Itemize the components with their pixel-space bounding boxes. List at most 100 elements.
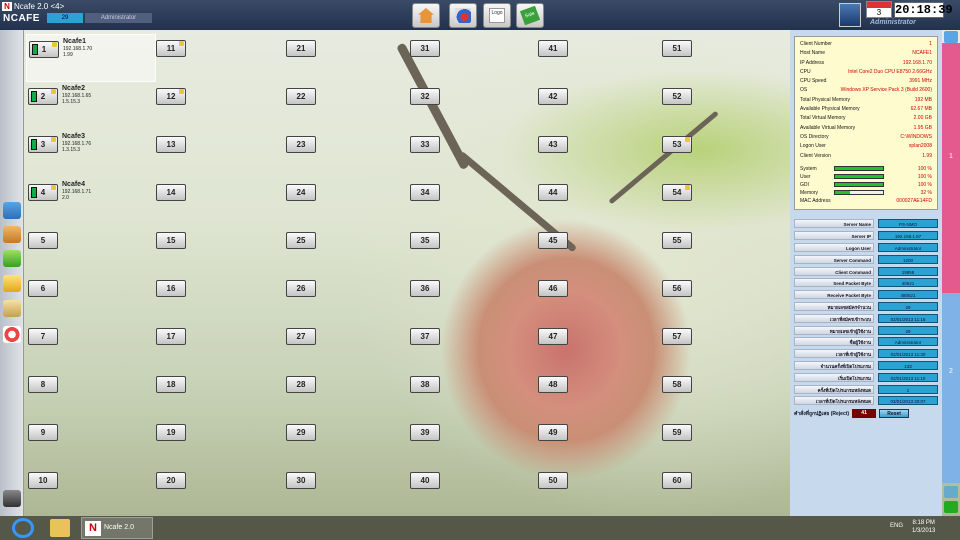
client-button[interactable]: 44 — [538, 184, 568, 201]
refresh-icon[interactable] — [3, 250, 21, 267]
client-button[interactable]: 60 — [662, 472, 692, 489]
stat-value: PS-NMO — [878, 219, 938, 229]
monitor-button[interactable] — [449, 3, 477, 28]
client-button[interactable]: 20 — [156, 472, 186, 489]
client-button[interactable]: 25 — [286, 232, 316, 249]
ie-icon[interactable] — [12, 518, 34, 538]
taskbar-clock[interactable]: 8:18 PM 1/3/2013 — [912, 519, 935, 535]
client-button[interactable]: 59 — [662, 424, 692, 441]
client-button[interactable]: 43 — [538, 136, 568, 153]
client-button[interactable]: 7 — [28, 328, 58, 345]
info-key: CPU — [800, 68, 811, 75]
client-button[interactable]: 32 — [410, 88, 440, 105]
client-button[interactable]: 47 — [538, 328, 568, 345]
client-button[interactable]: 40 — [410, 472, 440, 489]
client-button[interactable]: 49 — [538, 424, 568, 441]
settings-icon[interactable] — [3, 300, 21, 317]
client-button[interactable]: 42 — [538, 88, 568, 105]
client-button[interactable]: 39 — [410, 424, 440, 441]
client-button[interactable]: 58 — [662, 376, 692, 393]
bar-fill — [835, 175, 883, 179]
info-value: 1 — [929, 41, 932, 47]
client-button[interactable]: 11 — [156, 40, 186, 57]
stat-label: Server Name — [794, 219, 874, 229]
client-number: 2 — [40, 92, 46, 101]
client-number: 32 — [420, 92, 430, 101]
client-button[interactable]: 29 — [286, 424, 316, 441]
client-button[interactable]: 4 — [28, 184, 58, 201]
folder-icon[interactable] — [50, 519, 70, 537]
client-button[interactable]: 50 — [538, 472, 568, 489]
tab-2[interactable]: 2 — [942, 293, 960, 483]
taskbar: N Ncafe 2.0 ENG 8:18 PM 1/3/2013 — [0, 516, 960, 540]
client-button[interactable]: 48 — [538, 376, 568, 393]
help-icon[interactable] — [3, 326, 21, 343]
client-button[interactable]: 36 — [410, 280, 440, 297]
client-button[interactable]: 16 — [156, 280, 186, 297]
client-cell: 47 — [536, 322, 666, 370]
client-button[interactable]: 57 — [662, 328, 692, 345]
client-button[interactable]: 28 — [286, 376, 316, 393]
client-button[interactable]: 46 — [538, 280, 568, 297]
client-button[interactable]: 17 — [156, 328, 186, 345]
right-panel: Client Number 1 Host Name NCAFE1 IP Address 1… — [790, 30, 942, 516]
client-button[interactable]: 3 — [28, 136, 58, 153]
client-button[interactable]: 27 — [286, 328, 316, 345]
client-button[interactable]: 56 — [662, 280, 692, 297]
food-icon[interactable] — [3, 275, 21, 292]
client-button[interactable]: 34 — [410, 184, 440, 201]
client-cell: 15 — [154, 226, 284, 274]
client-button[interactable]: 41 — [538, 40, 568, 57]
client-ver: 2.0 — [62, 195, 69, 201]
client-button[interactable]: 9 — [28, 424, 58, 441]
client-button[interactable]: 21 — [286, 40, 316, 57]
client-button[interactable]: 14 — [156, 184, 186, 201]
check-icon[interactable] — [944, 501, 958, 513]
taskbar-app-ncafe[interactable]: N Ncafe 2.0 — [81, 517, 153, 539]
client-button[interactable]: 51 — [662, 40, 692, 57]
stat-value: 03/01/2013 20:07 — [878, 396, 938, 406]
client-button[interactable]: 35 — [410, 232, 440, 249]
client-button[interactable]: 31 — [410, 40, 440, 57]
client-button[interactable]: 24 — [286, 184, 316, 201]
info-key: Logon User — [800, 143, 826, 150]
client-button[interactable]: 33 — [410, 136, 440, 153]
client-button[interactable]: 38 — [410, 376, 440, 393]
client-button[interactable]: 30 — [286, 472, 316, 489]
client-button[interactable]: 53 — [662, 136, 692, 153]
chat-icon[interactable] — [944, 31, 958, 43]
users-icon[interactable] — [3, 202, 21, 219]
tab-1[interactable]: 1 — [942, 43, 960, 293]
logo-button[interactable]: Logo — [483, 3, 511, 28]
bar-fill — [835, 167, 883, 171]
client-button[interactable]: 5 — [28, 232, 58, 249]
client-button[interactable]: 23 — [286, 136, 316, 153]
screen-icon[interactable] — [944, 486, 958, 498]
client-button[interactable]: 26 — [286, 280, 316, 297]
cart-icon[interactable] — [3, 226, 21, 243]
client-button[interactable]: 8 — [28, 376, 58, 393]
client-button[interactable]: 19 — [156, 424, 186, 441]
client-cell: 46 — [536, 274, 666, 322]
reset-button[interactable]: Reset — [879, 409, 910, 418]
window-mode-icon[interactable] — [3, 490, 21, 507]
client-button[interactable]: 1 — [29, 41, 59, 58]
home-button[interactable] — [412, 3, 440, 28]
client-button[interactable]: 22 — [286, 88, 316, 105]
client-button[interactable]: 15 — [156, 232, 186, 249]
stat-value: 29 — [878, 301, 938, 311]
client-button[interactable]: 6 — [28, 280, 58, 297]
client-button[interactable]: 55 — [662, 232, 692, 249]
stat-row: เวลาที่เปิดโปรแกรมหลังหมด 03/01/2013 20:0… — [794, 395, 938, 407]
client-button[interactable]: 45 — [538, 232, 568, 249]
client-button[interactable]: 54 — [662, 184, 692, 201]
client-button[interactable]: 2 — [28, 88, 58, 105]
client-button[interactable]: 12 — [156, 88, 186, 105]
client-button[interactable]: 10 — [28, 472, 58, 489]
client-button[interactable]: 18 — [156, 376, 186, 393]
sale-button[interactable]: Sale — [516, 3, 544, 28]
client-button[interactable]: 52 — [662, 88, 692, 105]
lang-indicator[interactable]: ENG — [890, 523, 903, 529]
client-button[interactable]: 37 — [410, 328, 440, 345]
client-button[interactable]: 13 — [156, 136, 186, 153]
